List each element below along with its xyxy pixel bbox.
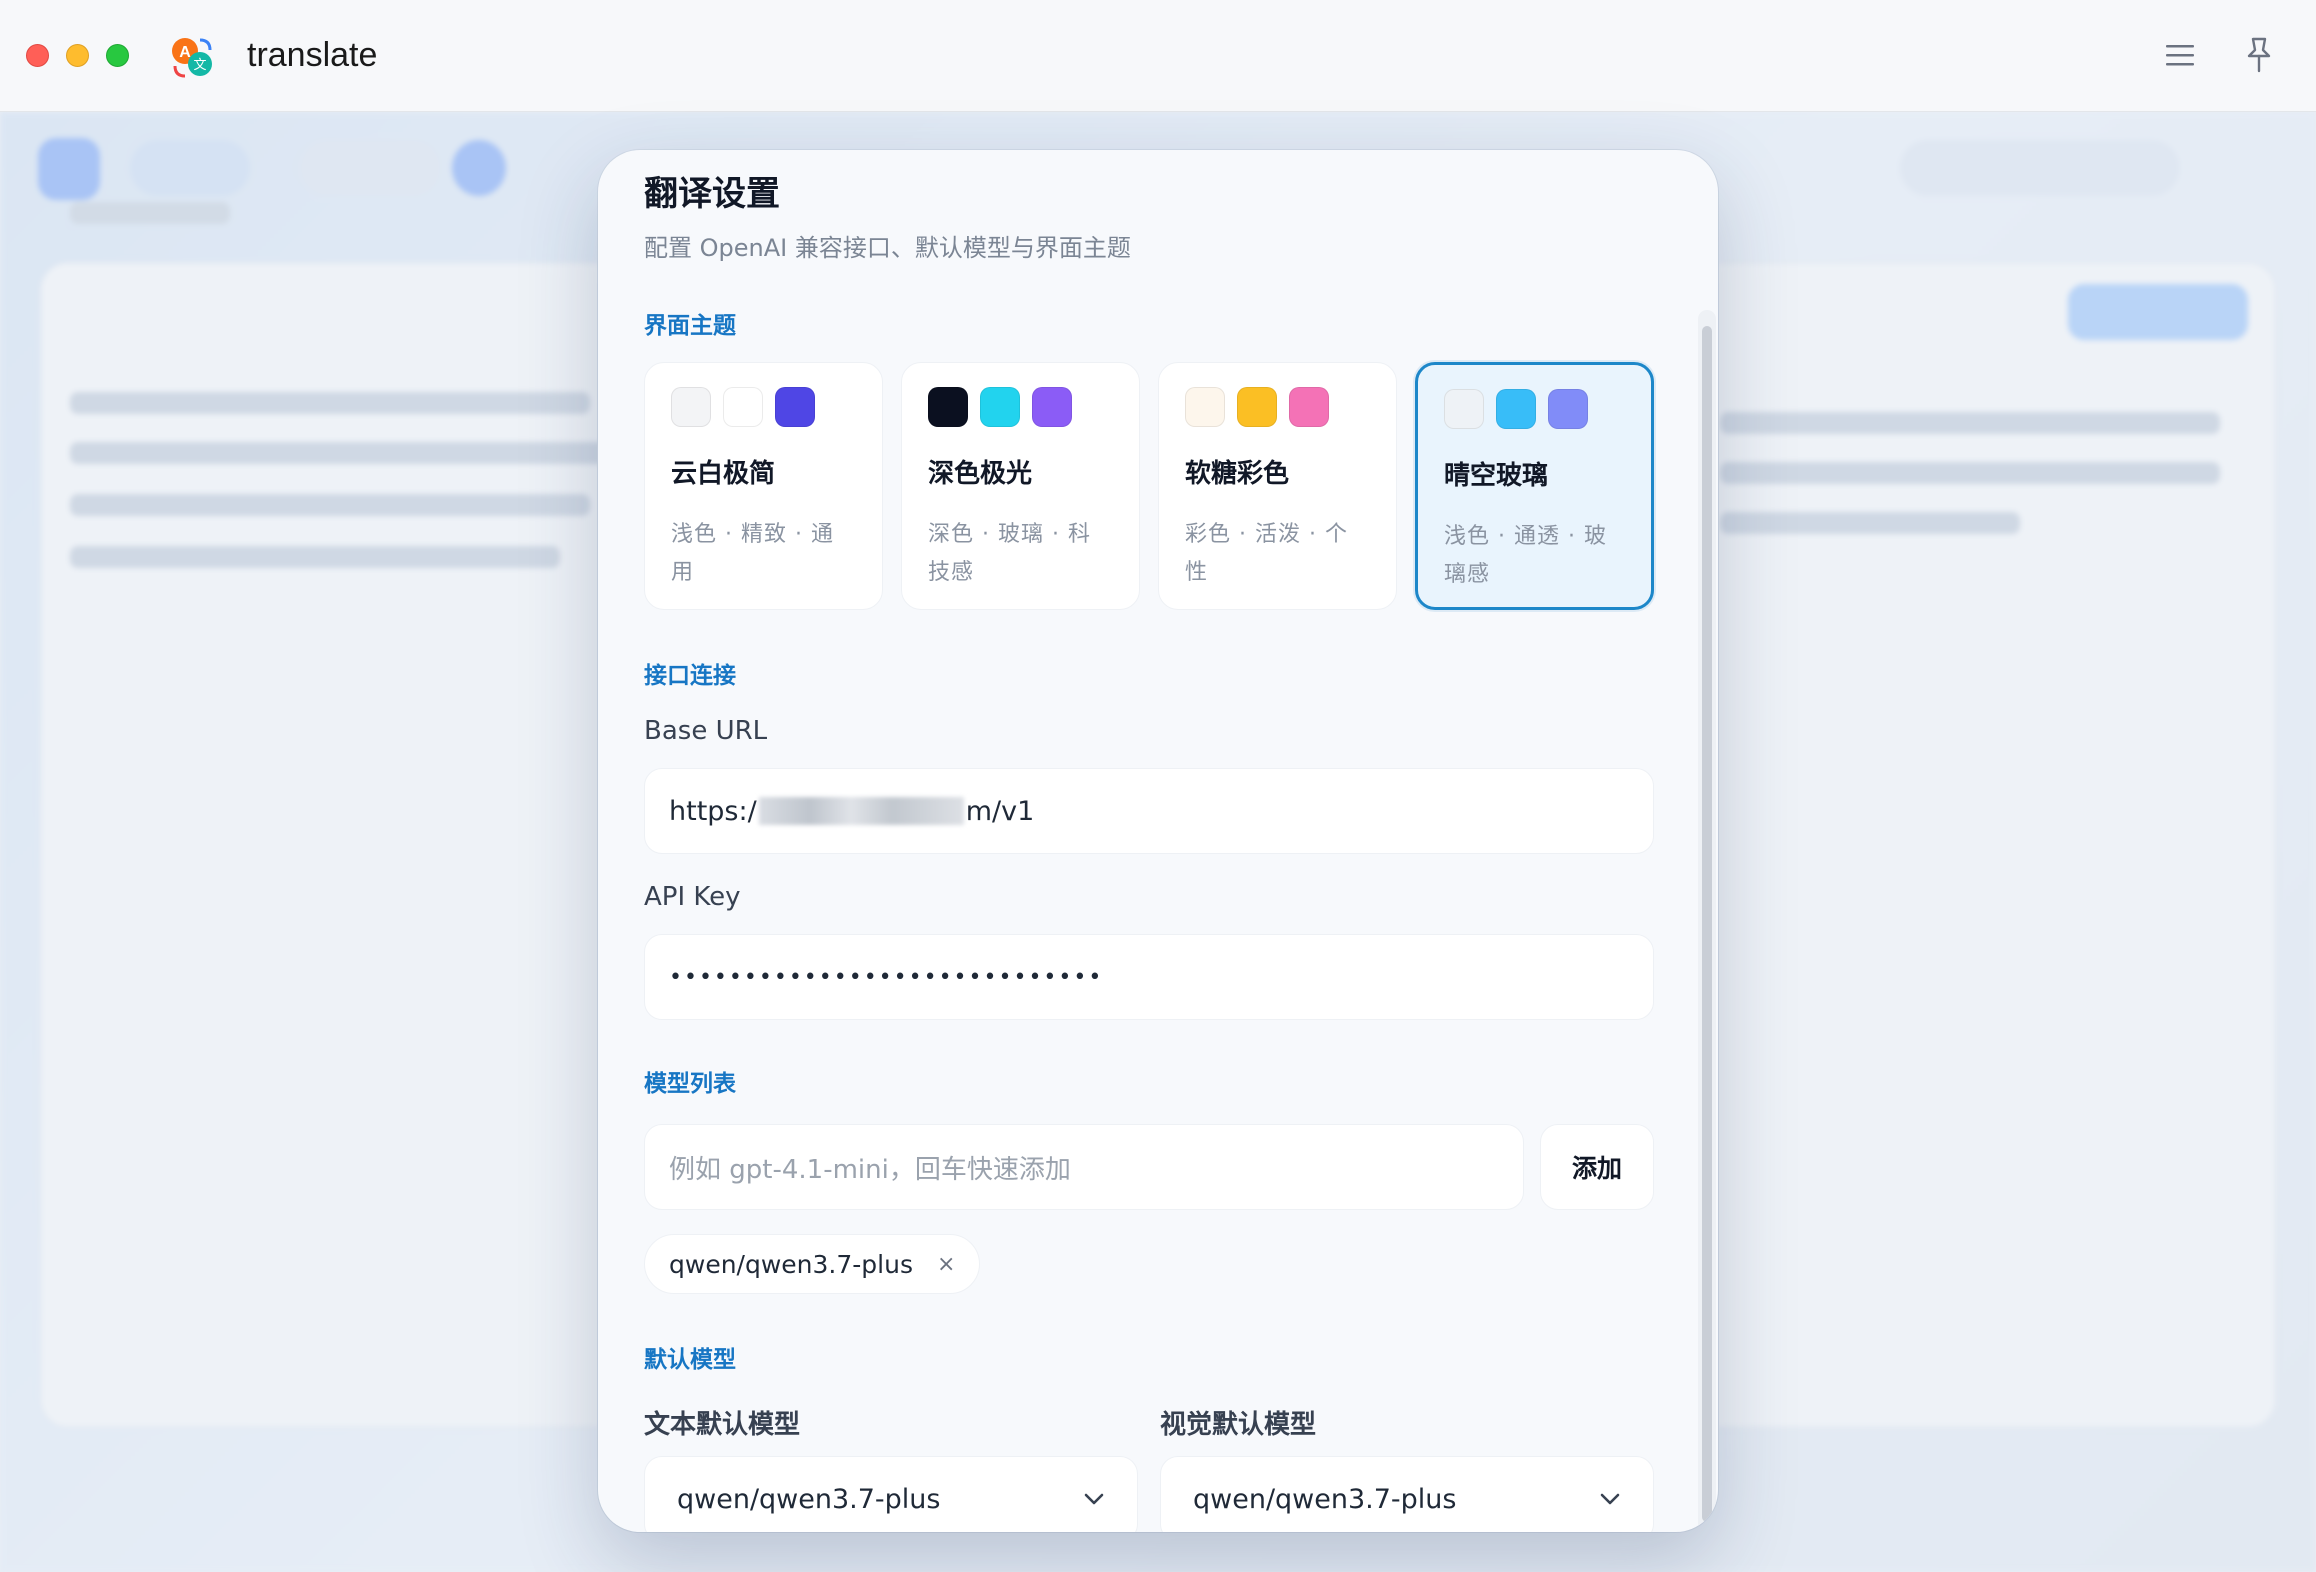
theme-swatches [671,387,856,427]
theme-name: 软糖彩色 [1185,459,1290,489]
theme-card-clear-sky-glass[interactable]: 晴空玻璃 浅色 · 通透 · 玻璃感 [1415,362,1655,610]
api-key-value: ••••••••••••••••••••••••••••• [669,964,1104,990]
theme-description: 深色 · 玻璃 · 科技感 [928,522,1091,585]
color-swatch [1548,389,1588,429]
background-button [2068,284,2248,340]
theme-name: 晴空玻璃 [1444,461,1549,491]
base-url-input[interactable]: https:/ m/v1 [644,768,1654,854]
color-swatch [671,387,711,427]
theme-name: 深色极光 [928,459,1033,489]
color-swatch [1444,389,1484,429]
background-text-line [1720,462,2220,484]
default-vision-model-value: qwen/qwen3.7-plus [1193,1483,1457,1515]
minimize-window-button[interactable] [66,44,89,67]
dialog-title: 翻译设置 [644,174,780,214]
color-swatch [723,387,763,427]
title-bar: A 文 translate [0,0,2316,112]
window-controls [26,44,129,67]
background-text-line [70,202,230,224]
remove-model-icon[interactable]: × [937,1252,955,1277]
background-text-line [70,392,590,414]
pin-icon[interactable] [2244,36,2274,74]
background-text-line [70,494,590,516]
theme-card-dark-aurora[interactable]: 深色极光 深色 · 玻璃 · 科技感 [901,362,1140,610]
default-vision-model-select[interactable]: qwen/qwen3.7-plus [1160,1456,1654,1532]
model-name-input[interactable]: 例如 gpt-4.1-mini，回车快速添加 [644,1124,1524,1210]
model-chip: qwen/qwen3.7-plus × [644,1234,981,1294]
default-text-model-select[interactable]: qwen/qwen3.7-plus [644,1456,1138,1532]
dialog-subtitle: 配置 OpenAI 兼容接口、默认模型与界面主题 [644,234,1131,262]
color-swatch [1496,389,1536,429]
background-text-line [1720,412,2220,434]
section-theme-label: 界面主题 [644,313,736,339]
redacted-mask [758,797,964,825]
background-pill [452,140,506,196]
theme-card-soft-candy[interactable]: 软糖彩色 彩色 · 活泼 · 个性 [1158,362,1397,610]
theme-description: 浅色 · 精致 · 通用 [671,522,834,585]
section-api-label: 接口连接 [644,663,736,689]
translate-app-icon: A 文 [172,38,212,78]
background-pill [300,140,440,196]
theme-swatches [928,387,1113,427]
chevron-down-icon [1084,1493,1104,1505]
theme-swatches [1444,389,1625,429]
color-swatch [775,387,815,427]
model-input-placeholder: 例如 gpt-4.1-mini，回车快速添加 [669,1154,1071,1185]
default-vision-model-label: 视觉默认模型 [1160,1410,1317,1440]
add-model-button[interactable]: 添加 [1540,1124,1654,1210]
app-title: translate [247,36,378,74]
background-avatar [38,138,100,200]
hamburger-menu-icon[interactable] [2164,40,2196,70]
color-swatch [1032,387,1072,427]
background-pill [1900,140,2180,196]
color-swatch [1237,387,1277,427]
api-key-label: API Key [644,882,741,912]
default-text-model-value: qwen/qwen3.7-plus [677,1483,941,1515]
color-swatch [1185,387,1225,427]
zoom-window-button[interactable] [106,44,129,67]
section-defaults-label: 默认模型 [644,1347,736,1373]
background-text-line [70,442,610,464]
color-swatch [980,387,1020,427]
model-chip-label: qwen/qwen3.7-plus [669,1249,913,1279]
settings-dialog: 翻译设置 配置 OpenAI 兼容接口、默认模型与界面主题 界面主题 云白极简 … [598,150,1718,1532]
background-pill [130,140,250,196]
chevron-down-icon [1600,1493,1620,1505]
svg-text:文: 文 [193,58,206,73]
base-url-prefix: https:/ [669,795,757,827]
theme-swatches [1185,387,1370,427]
background-text-line [1720,512,2020,534]
dialog-scrollbar[interactable] [1702,326,1712,1522]
base-url-suffix: m/v1 [965,795,1035,827]
background-text-line [70,546,560,568]
base-url-label: Base URL [644,716,768,746]
theme-list: 云白极简 浅色 · 精致 · 通用 深色极光 深色 · 玻璃 · 科技感 软糖彩… [644,362,1655,610]
theme-description: 彩色 · 活泼 · 个性 [1185,522,1348,585]
api-key-input[interactable]: ••••••••••••••••••••••••••••• [644,934,1654,1020]
theme-name: 云白极简 [671,459,776,489]
section-models-label: 模型列表 [644,1071,736,1097]
color-swatch [1289,387,1329,427]
theme-card-cloud-white[interactable]: 云白极简 浅色 · 精致 · 通用 [644,362,883,610]
theme-description: 浅色 · 通透 · 玻璃感 [1444,524,1607,587]
color-swatch [928,387,968,427]
close-window-button[interactable] [26,44,49,67]
default-text-model-label: 文本默认模型 [644,1410,801,1440]
